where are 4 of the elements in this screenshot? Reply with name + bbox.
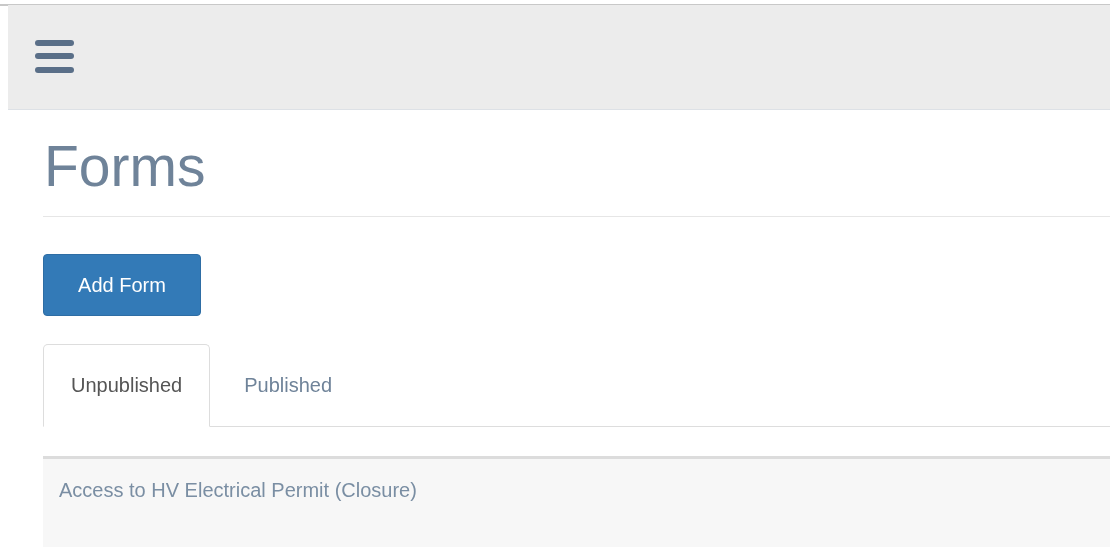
tab[interactable]: Published [216, 344, 361, 427]
add-form-button[interactable]: Add Form [43, 254, 201, 316]
tab[interactable]: Unpublished [43, 344, 211, 427]
page-title: Forms [44, 133, 207, 200]
